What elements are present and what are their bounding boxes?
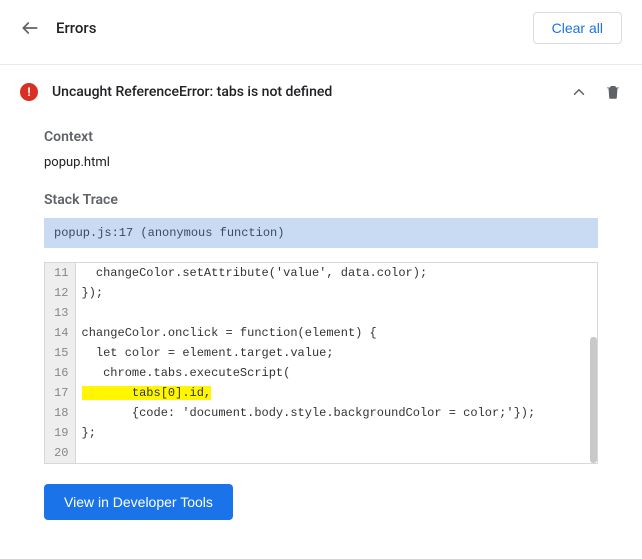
line-number: 11	[45, 263, 75, 283]
context-value: popup.html	[44, 155, 598, 170]
trash-icon[interactable]	[604, 83, 622, 101]
code-line: 19};	[45, 423, 597, 443]
line-number: 16	[45, 363, 75, 383]
code-line: 18 {code: 'document.body.style.backgroun…	[45, 403, 597, 423]
scrollbar-thumb[interactable]	[590, 337, 597, 463]
code-line: 15 let color = element.target.value;	[45, 343, 597, 363]
code-line: 20	[45, 443, 597, 463]
line-number: 19	[45, 423, 75, 443]
line-number: 14	[45, 323, 75, 343]
page-title: Errors	[56, 19, 533, 37]
line-number: 20	[45, 443, 75, 463]
line-code: });	[75, 283, 597, 303]
error-message: Uncaught ReferenceError: tabs is not def…	[52, 84, 554, 100]
line-code: changeColor.onclick = function(element) …	[75, 323, 597, 343]
error-icon: !	[20, 83, 38, 101]
line-number: 15	[45, 343, 75, 363]
context-label: Context	[44, 129, 598, 145]
stack-trace-label: Stack Trace	[44, 192, 598, 208]
collapse-icon[interactable]	[570, 83, 588, 101]
line-code: changeColor.setAttribute('value', data.c…	[75, 263, 597, 283]
line-code	[75, 303, 597, 323]
line-code: let color = element.target.value;	[75, 343, 597, 363]
code-line: 14changeColor.onclick = function(element…	[45, 323, 597, 343]
line-code: chrome.tabs.executeScript(	[75, 363, 597, 383]
view-devtools-button[interactable]: View in Developer Tools	[44, 484, 233, 520]
code-line: 13	[45, 303, 597, 323]
stack-frame[interactable]: popup.js:17 (anonymous function)	[44, 218, 598, 248]
back-arrow-icon[interactable]	[20, 18, 40, 38]
line-number: 12	[45, 283, 75, 303]
line-code	[75, 443, 597, 463]
line-number: 17	[45, 383, 75, 403]
line-number: 13	[45, 303, 75, 323]
line-number: 18	[45, 403, 75, 423]
code-block: 11 changeColor.setAttribute('value', dat…	[44, 262, 598, 464]
clear-all-button[interactable]: Clear all	[533, 12, 622, 44]
line-code: tabs[0].id,	[75, 383, 597, 403]
line-code: };	[75, 423, 597, 443]
code-line: 12});	[45, 283, 597, 303]
code-line: 17 tabs[0].id,	[45, 383, 597, 403]
code-line: 16 chrome.tabs.executeScript(	[45, 363, 597, 383]
code-line: 11 changeColor.setAttribute('value', dat…	[45, 263, 597, 283]
line-code: {code: 'document.body.style.backgroundCo…	[75, 403, 597, 423]
